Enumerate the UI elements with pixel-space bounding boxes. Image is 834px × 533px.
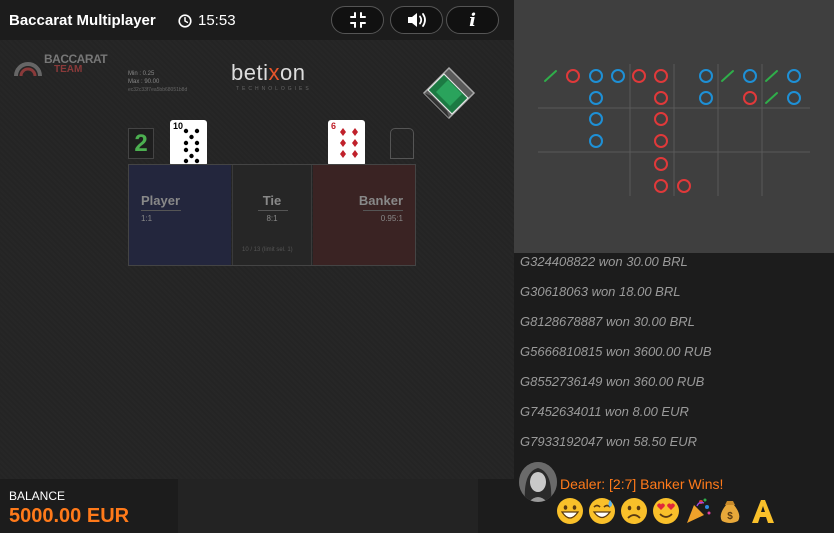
scoreboard-road bbox=[514, 0, 834, 253]
road-player-mark bbox=[787, 91, 801, 105]
provider-logo-x: x bbox=[268, 60, 280, 85]
road-player-mark bbox=[589, 91, 603, 105]
provider-logo-part2: on bbox=[279, 60, 306, 85]
sound-button[interactable] bbox=[390, 6, 443, 34]
bet-tie-label: Tie bbox=[262, 193, 282, 208]
smiling-face-with-sweat-icon[interactable] bbox=[588, 497, 616, 525]
road-tie-mark bbox=[765, 70, 778, 82]
win-feed-item: G8552736149 won 360.00 RUB bbox=[520, 374, 705, 389]
clock-time: 15:53 bbox=[198, 12, 236, 29]
top-bar: Baccarat Multiplayer 15:53 i bbox=[0, 0, 514, 40]
win-feed: G324408822 won 30.00 BRL G30618063 won 1… bbox=[514, 253, 834, 533]
bet-tie-limit: 10 / 13 (limit sel. 1) bbox=[242, 247, 293, 253]
dealer-message: Dealer: [2:7] Banker Wins! bbox=[560, 476, 724, 492]
game-title: Baccarat Multiplayer bbox=[9, 12, 156, 29]
fullscreen-icon bbox=[349, 12, 366, 28]
provider-subtitle: TECHNOLOGIES bbox=[236, 86, 312, 92]
road-banker-mark bbox=[566, 69, 580, 83]
speaker-icon bbox=[407, 13, 426, 27]
heart-eyes-face-icon[interactable] bbox=[652, 497, 680, 525]
win-feed-item: G5666810815 won 3600.00 RUB bbox=[520, 344, 712, 359]
road-grid bbox=[538, 64, 810, 196]
road-tie-mark bbox=[765, 92, 778, 104]
bet-player-label: Player bbox=[141, 193, 181, 208]
player-card-10-clubs: 10 bbox=[170, 120, 207, 166]
clubs-pips-icon bbox=[183, 128, 200, 164]
diamonds-pips-icon bbox=[340, 128, 358, 158]
road-player-mark bbox=[699, 69, 713, 83]
bet-tie-divider bbox=[258, 210, 288, 211]
emoji-reactions: $ bbox=[556, 497, 776, 525]
road-banker-mark bbox=[654, 179, 668, 193]
info-icon: i bbox=[469, 9, 476, 31]
party-popper-icon[interactable] bbox=[684, 497, 712, 525]
bet-player-odds: 1:1 bbox=[141, 214, 153, 223]
road-player-mark bbox=[589, 112, 603, 126]
money-bag-icon[interactable]: $ bbox=[716, 497, 744, 525]
road-player-mark bbox=[611, 69, 625, 83]
chip-tray[interactable] bbox=[178, 479, 478, 533]
road-banker-mark bbox=[632, 69, 646, 83]
bet-player-divider bbox=[141, 210, 181, 211]
fullscreen-button[interactable] bbox=[331, 6, 384, 34]
sad-face-icon[interactable] bbox=[620, 497, 648, 525]
balance-value: 5000.00 EUR bbox=[9, 505, 130, 527]
win-feed-item: G30618063 won 18.00 BRL bbox=[520, 284, 681, 299]
empty-card-slot bbox=[390, 128, 414, 159]
road-player-mark bbox=[589, 134, 603, 148]
table-id: ec32c33f7ea5bb68051b8d bbox=[128, 87, 188, 93]
logo-text-team: TEAM bbox=[54, 64, 83, 75]
road-banker-mark bbox=[654, 112, 668, 126]
dealer-portrait-icon bbox=[519, 462, 557, 502]
road-player-mark bbox=[699, 91, 713, 105]
betting-area: Player 1:1 Tie 8:1 10 / 13 (limit sel. 1… bbox=[128, 164, 416, 266]
dealer-avatar bbox=[519, 462, 557, 502]
win-feed-item: G8128678887 won 30.00 BRL bbox=[520, 314, 695, 329]
bet-spot-player[interactable]: Player 1:1 bbox=[129, 165, 231, 265]
bet-banker-label: Banker bbox=[358, 193, 403, 208]
text-a-icon[interactable] bbox=[748, 497, 776, 525]
bottom-bar: BALANCE 5000.00 EUR bbox=[0, 479, 514, 533]
svg-text:$: $ bbox=[727, 511, 733, 522]
road-player-mark bbox=[589, 69, 603, 83]
provider-logo-part1: beti bbox=[231, 60, 269, 85]
baccarat-team-logo: BACCARAT TEAM bbox=[14, 52, 108, 78]
road-banker-mark bbox=[743, 91, 757, 105]
balance-label: BALANCE bbox=[9, 489, 66, 503]
logo-wheel-icon bbox=[14, 62, 42, 77]
win-feed-item: G324408822 won 30.00 BRL bbox=[520, 254, 688, 269]
info-button[interactable]: i bbox=[446, 6, 499, 34]
player-score: 2 bbox=[128, 128, 154, 159]
grinning-face-icon[interactable] bbox=[556, 497, 584, 525]
clock-icon bbox=[178, 13, 192, 28]
clock: 15:53 bbox=[178, 12, 236, 29]
bet-tie-odds: 8:1 bbox=[266, 214, 278, 223]
provider-logo: betixon bbox=[231, 60, 305, 86]
bet-spot-banker[interactable]: Banker 0.95:1 bbox=[313, 165, 415, 265]
road-banker-mark bbox=[654, 134, 668, 148]
card-shoe-icon bbox=[422, 66, 476, 120]
bet-banker-divider bbox=[363, 210, 403, 211]
banker-card-6-diamonds: 6 bbox=[328, 120, 365, 166]
win-feed-item: G7933192047 won 58.50 EUR bbox=[520, 434, 698, 449]
road-banker-mark bbox=[677, 179, 691, 193]
game-area: Baccarat Multiplayer 15:53 i BACCARAT TE… bbox=[0, 0, 514, 533]
road-player-mark bbox=[743, 69, 757, 83]
road-tie-mark bbox=[544, 70, 557, 82]
limit-max: Max : 90.00 bbox=[128, 79, 160, 85]
limit-min: Min : 0.25 bbox=[128, 71, 155, 77]
bet-banker-odds: 0.95:1 bbox=[380, 214, 403, 223]
road-tie-mark bbox=[721, 70, 734, 82]
road-banker-mark bbox=[654, 69, 668, 83]
road-player-mark bbox=[787, 69, 801, 83]
road-banker-mark bbox=[654, 157, 668, 171]
table-limits: Min : 0.25 Max : 90.00 ec32c33f7ea5bb680… bbox=[128, 70, 187, 94]
bet-spot-tie[interactable]: Tie 8:1 10 / 13 (limit sel. 1) bbox=[232, 165, 312, 265]
road-banker-mark bbox=[654, 91, 668, 105]
win-feed-item: G7452634011 won 8.00 EUR bbox=[520, 404, 689, 419]
